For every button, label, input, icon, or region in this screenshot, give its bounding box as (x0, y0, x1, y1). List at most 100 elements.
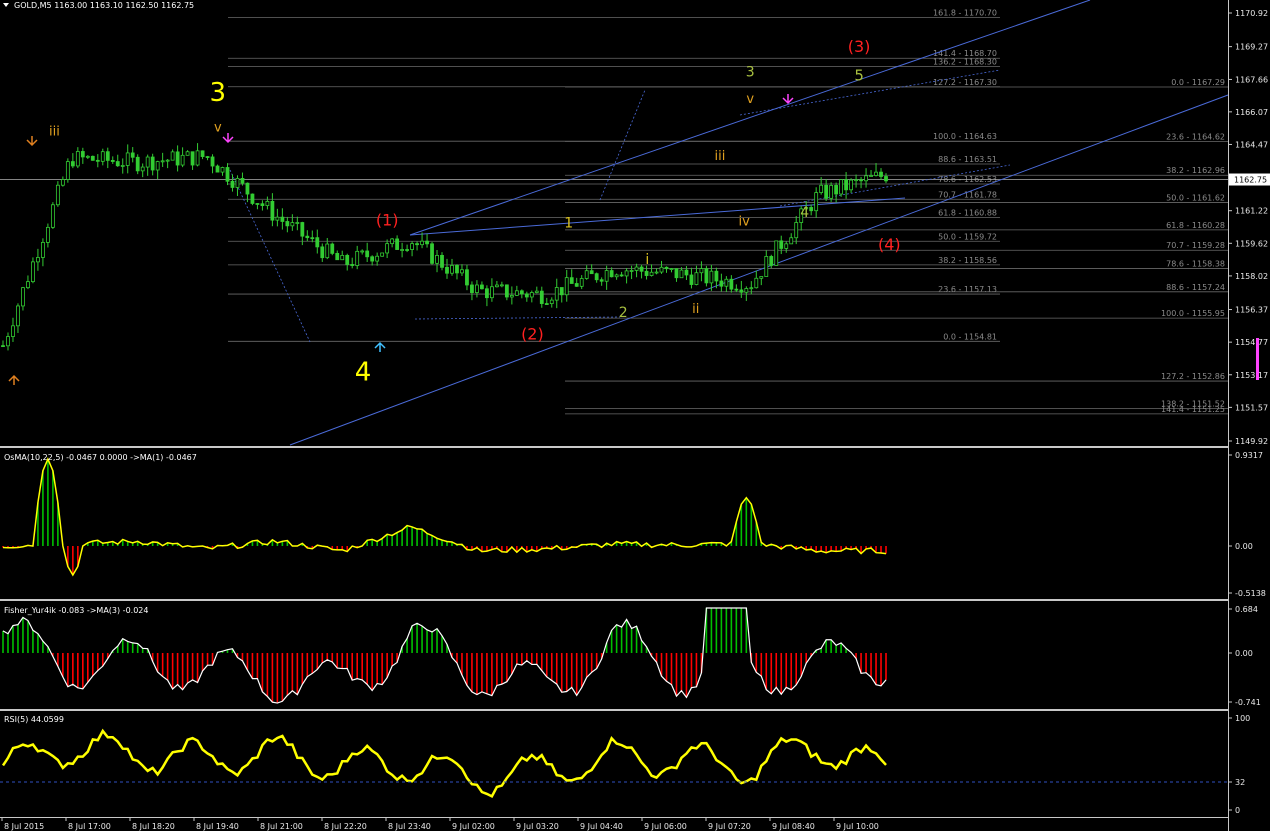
candle-body (70, 161, 75, 167)
indicator-tick-label: 0 (1235, 806, 1240, 815)
candle-body (664, 266, 669, 270)
time-tick-label: 9 Jul 06:00 (644, 822, 687, 831)
candle-body (514, 290, 519, 296)
candle-body (549, 299, 554, 305)
candle-body (310, 237, 315, 240)
candle-body (470, 284, 474, 293)
time-tick-label: 8 Jul 22:20 (324, 822, 367, 831)
candle-body (849, 179, 853, 191)
range-marker (1256, 338, 1259, 380)
time-tick-label: 8 Jul 2015 (4, 822, 44, 831)
candle-body (235, 178, 240, 188)
candle-body (445, 266, 449, 274)
fib-label: 70.7 - 1161.78 (938, 190, 997, 199)
wave-label: ii (692, 302, 699, 317)
wave-label: (4) (878, 235, 901, 254)
candle-body (485, 288, 489, 299)
candle-body (749, 287, 754, 290)
price-tick-label: 1169.27 (1235, 43, 1268, 52)
candle-body (734, 288, 739, 291)
candle-body (629, 270, 634, 272)
price-tick-label: 1159.62 (1235, 239, 1268, 248)
candle-body (405, 249, 409, 251)
candle-body (450, 265, 454, 274)
candle-body (604, 270, 609, 282)
fib-label: 70.7 - 1159.28 (1166, 241, 1225, 250)
candle-body (365, 250, 370, 258)
fib-label: 127.2 - 1167.30 (933, 78, 997, 87)
candle-body (784, 243, 789, 249)
candle-body (709, 270, 714, 284)
candle-body (694, 272, 699, 285)
candle-body (584, 270, 589, 279)
osma-panel[interactable] (0, 448, 1228, 597)
candle-body (884, 176, 888, 182)
candle-body (140, 166, 145, 172)
fib-label: 161.8 - 1170.70 (933, 8, 997, 17)
candle-body (410, 243, 414, 250)
candle-body (215, 165, 220, 173)
candle-body (275, 216, 280, 221)
fib-label: 38.2 - 1162.96 (1166, 166, 1225, 175)
wave-label: iii (715, 149, 726, 164)
candle-body (205, 156, 210, 158)
candle-body (390, 238, 395, 245)
candle-body (704, 268, 709, 284)
candle-body (539, 290, 544, 304)
candle-body (395, 238, 400, 250)
candle-body (435, 254, 439, 264)
candle-body (789, 237, 794, 245)
candle-body (644, 270, 649, 276)
candle-body (210, 156, 215, 167)
candle-body (1, 345, 5, 348)
time-tick-label: 8 Jul 17:00 (68, 822, 111, 831)
time-tick-label: 8 Jul 19:40 (196, 822, 239, 831)
candle-body (340, 254, 345, 261)
fib-label: 100.0 - 1155.95 (1161, 309, 1225, 318)
candle-body (599, 279, 604, 282)
candle-body (335, 252, 340, 261)
candle-body (36, 257, 40, 263)
trading-chart[interactable]: 161.8 - 1170.70141.4 - 1168.70136.2 - 11… (0, 0, 1270, 831)
candle-body (455, 265, 459, 274)
fib-label: 88.6 - 1157.24 (1166, 283, 1225, 292)
wave-label: 2 (619, 305, 628, 321)
candle-body (480, 284, 484, 290)
candle-body (115, 161, 120, 167)
candle-body (300, 222, 305, 237)
candle-body (569, 277, 574, 284)
time-tick-label: 8 Jul 23:40 (388, 822, 431, 831)
current-price-label: 1162.75 (1234, 176, 1267, 185)
rsi-panel[interactable] (0, 711, 1228, 816)
candle-body (649, 271, 654, 276)
candle-body (290, 222, 295, 227)
fib-label: 50.0 - 1159.72 (938, 232, 997, 241)
candle-body (250, 193, 255, 204)
candle-body (689, 274, 694, 285)
candle-body (200, 150, 205, 157)
candle-body (75, 151, 80, 167)
candle-body (460, 269, 464, 274)
time-tick-label: 9 Jul 10:00 (836, 822, 879, 831)
indicator-tick-label: 100 (1235, 714, 1250, 723)
candle-body (185, 151, 190, 156)
price-tick-label: 1153.17 (1235, 371, 1268, 380)
candle-body (519, 290, 524, 295)
wave-label: v (214, 121, 222, 136)
candle-body (639, 266, 644, 272)
wave-label: 4 (355, 357, 372, 387)
candle-body (754, 277, 759, 289)
fib-label: 88.6 - 1163.51 (938, 155, 997, 164)
indicator-tick-label: 0.684 (1235, 605, 1258, 614)
candle-body (669, 268, 674, 271)
candle-body (130, 152, 135, 158)
fisher-panel[interactable] (0, 601, 1228, 707)
candle-body (854, 179, 858, 182)
fib-label: 0.0 - 1167.29 (1171, 78, 1225, 87)
candle-body (45, 226, 50, 243)
candle-body (809, 207, 814, 212)
candle-body (100, 151, 105, 162)
time-axis: 8 Jul 2015 8 Jul 17:00 8 Jul 18:20 8 Jul 19… (1, 817, 879, 831)
candle-body (26, 281, 30, 289)
candle-body (430, 243, 434, 264)
